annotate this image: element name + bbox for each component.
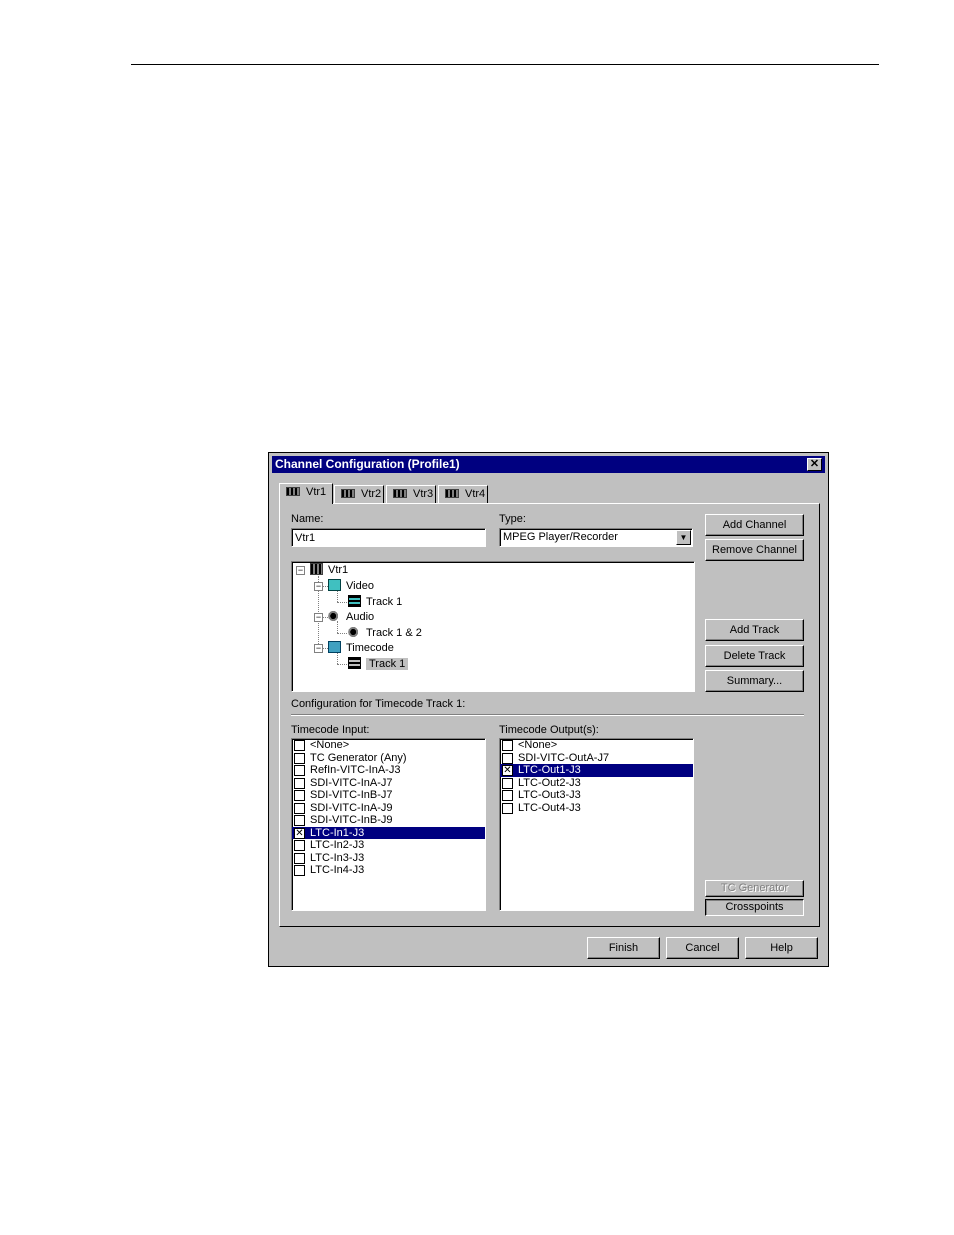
list-item[interactable]: SDI-VITC-OutA-J7 (500, 752, 693, 765)
tree-node-audio-track[interactable]: Track 1 & 2 (348, 626, 422, 640)
checkbox[interactable] (294, 790, 305, 801)
list-item[interactable]: LTC-In4-J3 (292, 864, 485, 877)
close-icon: ✕ (809, 458, 820, 470)
title-bar: Channel Configuration (Profile1) ✕ (272, 456, 825, 473)
timecode-icon (328, 641, 341, 653)
name-label: Name: (291, 513, 324, 525)
collapse-icon[interactable]: − (314, 582, 323, 591)
collapse-icon[interactable]: − (296, 566, 305, 575)
timecode-output-label: Timecode Output(s): (499, 724, 599, 736)
list-item[interactable]: LTC-In3-J3 (292, 852, 485, 865)
tree-node-video[interactable]: Video (328, 579, 374, 593)
checkbox[interactable] (294, 777, 305, 789)
checkbox-checked[interactable]: ✕ (294, 827, 305, 839)
chevron-down-icon[interactable]: ▼ (676, 530, 691, 545)
speaker-icon (328, 610, 341, 622)
list-item-selected[interactable]: ✕ LTC-In1-J3 (292, 826, 485, 839)
checkbox[interactable] (294, 840, 305, 851)
list-item[interactable]: LTC-In2-J3 (292, 839, 485, 852)
checkbox[interactable] (294, 740, 305, 751)
checkbox[interactable] (294, 752, 305, 764)
dialog-title: Channel Configuration (Profile1) (275, 457, 460, 471)
close-button[interactable]: ✕ (807, 458, 822, 471)
type-label: Type: (499, 513, 526, 525)
checkbox[interactable] (294, 765, 305, 776)
collapse-icon[interactable]: − (314, 644, 323, 653)
list-item[interactable]: SDI-VITC-InB-J9 (292, 814, 485, 827)
checkbox[interactable] (502, 740, 513, 751)
film-track-icon (348, 595, 361, 607)
list-item[interactable]: LTC-Out2-J3 (500, 777, 693, 790)
tree-node-audio[interactable]: Audio (328, 610, 374, 624)
list-item[interactable]: RefIn-VITC-InA-J3 (292, 764, 485, 777)
delete-track-button[interactable]: Delete Track (705, 645, 804, 667)
timecode-input-list[interactable]: <None> TC Generator (Any) RefIn-VITC-InA… (291, 738, 486, 911)
tab-vtr3[interactable]: Vtr3 (386, 485, 436, 503)
remove-channel-button[interactable]: Remove Channel (705, 539, 804, 561)
finish-button[interactable]: Finish (587, 937, 660, 959)
checkbox[interactable] (502, 752, 513, 764)
tab-vtr2[interactable]: Vtr2 (334, 485, 384, 503)
crosspoints-button[interactable]: Crosspoints (705, 899, 804, 916)
separator (291, 714, 804, 716)
tree-node-timecode-track[interactable]: Track 1 (348, 657, 409, 671)
tree-node-timecode[interactable]: Timecode (328, 641, 394, 655)
list-item-selected[interactable]: ✕ LTC-Out1-J3 (500, 764, 693, 777)
vtr-icon (445, 489, 459, 498)
list-item[interactable]: TC Generator (Any) (292, 752, 485, 765)
name-input[interactable] (291, 528, 486, 547)
checkbox[interactable] (502, 790, 513, 801)
vtr-icon (286, 487, 300, 496)
vtr-icon (310, 563, 323, 575)
channel-tree[interactable]: − Vtr1 − Video Track 1 − Audio Track 1 &… (291, 561, 695, 692)
checkbox[interactable] (502, 802, 513, 814)
type-value: MPEG Player/Recorder (503, 531, 618, 543)
tree-line (337, 633, 347, 634)
video-icon (328, 579, 341, 591)
checkbox[interactable] (294, 815, 305, 826)
checkbox-checked[interactable]: ✕ (502, 765, 513, 776)
speaker-icon (348, 626, 361, 638)
add-channel-button[interactable]: Add Channel (705, 514, 804, 536)
tree-node-video-track[interactable]: Track 1 (348, 595, 402, 609)
tab-vtr4[interactable]: Vtr4 (438, 485, 488, 503)
list-item[interactable]: LTC-Out4-J3 (500, 802, 693, 815)
help-button[interactable]: Help (745, 937, 818, 959)
list-item[interactable]: SDI-VITC-InA-J7 (292, 777, 485, 790)
list-item[interactable]: SDI-VITC-InB-J7 (292, 789, 485, 802)
checkbox[interactable] (294, 802, 305, 814)
tab-vtr1[interactable]: Vtr1 (279, 483, 333, 504)
collapse-icon[interactable]: − (314, 613, 323, 622)
vtr-icon (393, 489, 407, 498)
timecode-output-list[interactable]: <None> SDI-VITC-OutA-J7 ✕ LTC-Out1-J3 LTC… (499, 738, 694, 911)
timecode-input-label: Timecode Input: (291, 724, 370, 736)
tree-line (337, 664, 347, 665)
type-select[interactable]: MPEG Player/Recorder ▼ (499, 528, 693, 547)
tc-generator-button[interactable]: TC Generator (705, 880, 804, 897)
checkbox[interactable] (294, 852, 305, 864)
timecode-track-icon (348, 657, 361, 669)
tree-node-vtr1[interactable]: Vtr1 (310, 563, 348, 577)
list-item[interactable]: <None> (500, 739, 693, 752)
list-item[interactable]: LTC-Out3-J3 (500, 789, 693, 802)
tree-line (337, 602, 347, 603)
checkbox[interactable] (502, 777, 513, 789)
page-header-rule (131, 64, 879, 65)
cancel-button[interactable]: Cancel (666, 937, 739, 959)
summary-button[interactable]: Summary... (705, 670, 804, 692)
config-heading: Configuration for Timecode Track 1: (291, 698, 466, 710)
list-item[interactable]: SDI-VITC-InA-J9 (292, 802, 485, 815)
channel-configuration-dialog: Channel Configuration (Profile1) ✕ Vtr1 … (268, 452, 829, 967)
checkbox[interactable] (294, 865, 305, 876)
vtr-icon (341, 489, 355, 498)
add-track-button[interactable]: Add Track (705, 619, 804, 641)
list-item[interactable]: <None> (292, 739, 485, 752)
